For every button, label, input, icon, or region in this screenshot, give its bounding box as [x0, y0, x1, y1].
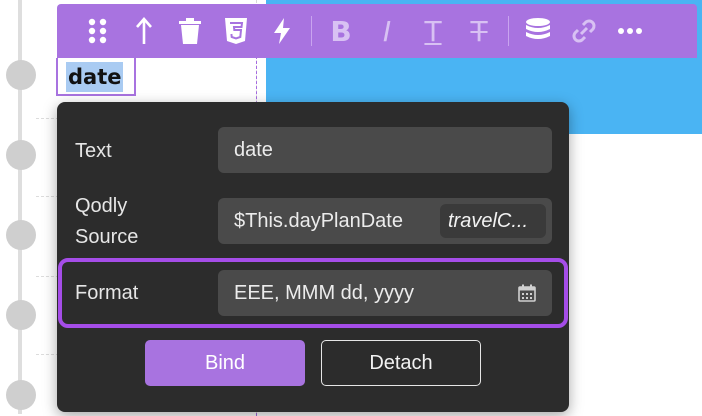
link-icon[interactable]: [561, 4, 607, 58]
text-label: Text: [75, 140, 112, 162]
calendar-icon[interactable]: [518, 284, 536, 308]
toolbar-separator: [508, 16, 509, 46]
source-value: $This.dayPlanDate: [234, 209, 403, 232]
drag-handle-icon[interactable]: [75, 4, 121, 58]
bind-button[interactable]: Bind: [145, 340, 305, 386]
format-label: Format: [75, 282, 139, 304]
element-text[interactable]: date: [66, 62, 124, 92]
timeline-dot: [6, 140, 36, 170]
underline-glyph: T: [424, 14, 442, 48]
strikethrough-icon[interactable]: T: [456, 4, 502, 58]
bold-glyph: B: [330, 14, 352, 48]
italic-glyph: I: [382, 14, 392, 48]
text-value: date: [234, 138, 273, 161]
format-field[interactable]: EEE, MMM dd, yyyy: [218, 270, 552, 316]
datasource-chip[interactable]: travelC...: [440, 204, 546, 238]
binding-popover: Text date Qodly Source $This.dayPlanDate…: [57, 102, 569, 412]
lightning-icon[interactable]: [259, 4, 305, 58]
text-field[interactable]: date: [218, 127, 552, 173]
trash-icon[interactable]: [167, 4, 213, 58]
qodly-source-field[interactable]: $This.dayPlanDate travelC...: [218, 198, 552, 244]
detach-button[interactable]: Detach: [321, 340, 481, 386]
more-icon[interactable]: [607, 4, 653, 58]
underline-icon[interactable]: T: [410, 4, 456, 58]
timeline-dot: [6, 220, 36, 250]
format-value: EEE, MMM dd, yyyy: [234, 281, 415, 304]
timeline-dot: [6, 380, 36, 410]
italic-icon[interactable]: I: [364, 4, 410, 58]
strikethrough-glyph: T: [470, 14, 488, 48]
source-label-line2: Source: [75, 226, 139, 248]
source-label-line1: Qodly: [75, 195, 128, 217]
bold-icon[interactable]: B: [318, 4, 364, 58]
datasource-icon[interactable]: [515, 4, 561, 58]
toolbar-separator: [311, 16, 312, 46]
timeline-dot: [6, 60, 36, 90]
component-toolbar: B I T T: [57, 4, 697, 58]
timeline-dot: [6, 300, 36, 330]
css-icon[interactable]: [213, 4, 259, 58]
move-up-icon[interactable]: [121, 4, 167, 58]
